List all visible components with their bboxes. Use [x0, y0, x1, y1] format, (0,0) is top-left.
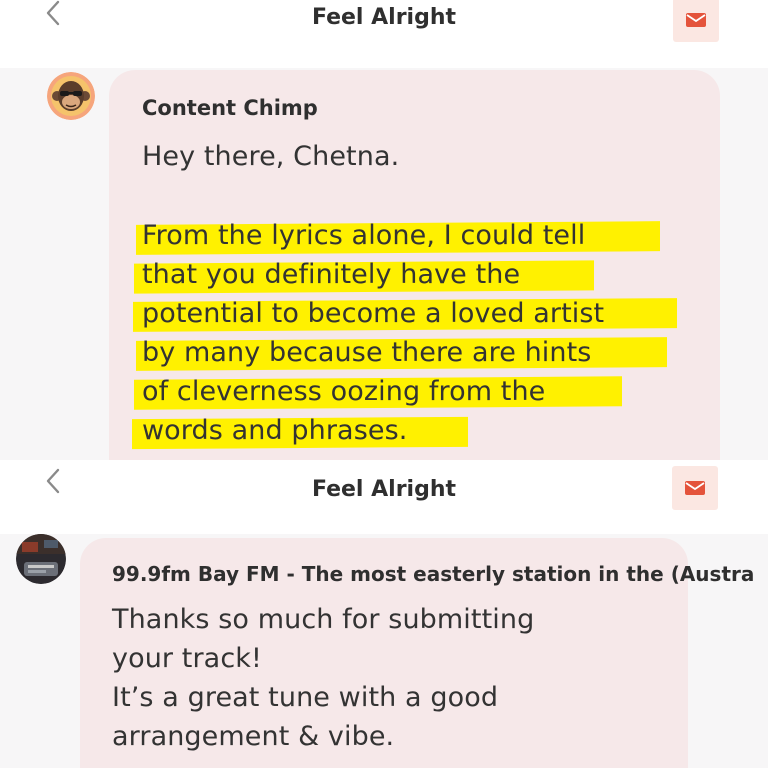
- message-line: of cleverness oozing from the: [142, 376, 546, 407]
- message-line: From the lyrics alone, I could tell: [142, 220, 586, 251]
- envelope-icon: [685, 481, 705, 495]
- chat-screen-2: Feel Alright 99.9fm Bay FM - The most ea…: [0, 460, 768, 768]
- mail-button[interactable]: [673, 0, 719, 42]
- sender-name: Content Chimp: [142, 96, 318, 120]
- page-title: Feel Alright: [311, 5, 457, 30]
- avatar[interactable]: [47, 72, 95, 120]
- chat-screen-1: Feel Alright Content Chimp Hey there, Ch…: [0, 0, 768, 460]
- message-line: your track!: [112, 643, 262, 674]
- message-line: by many because there are hints: [142, 337, 592, 368]
- monkey-avatar-icon: [47, 72, 95, 120]
- message-line: It’s a great tune with a good: [112, 682, 499, 713]
- message-line: potential to become a loved artist: [142, 298, 605, 329]
- message-line: that you definitely have the: [142, 259, 521, 290]
- top-bar: Feel Alright: [0, 460, 768, 534]
- message-line: arrangement & vibe.: [112, 721, 395, 752]
- message-line: Thanks so much for submitting: [112, 604, 535, 635]
- envelope-icon: [686, 13, 706, 27]
- mail-button[interactable]: [672, 466, 718, 510]
- page-title: Feel Alright: [311, 477, 457, 502]
- sender-name: 99.9fm Bay FM - The most easterly statio…: [112, 562, 755, 586]
- message-line: words and phrases.: [142, 415, 408, 446]
- station-photo-icon: [16, 534, 66, 584]
- avatar[interactable]: [16, 534, 66, 584]
- top-bar: Feel Alright: [0, 0, 768, 68]
- greeting-text: Hey there, Chetna.: [142, 141, 400, 172]
